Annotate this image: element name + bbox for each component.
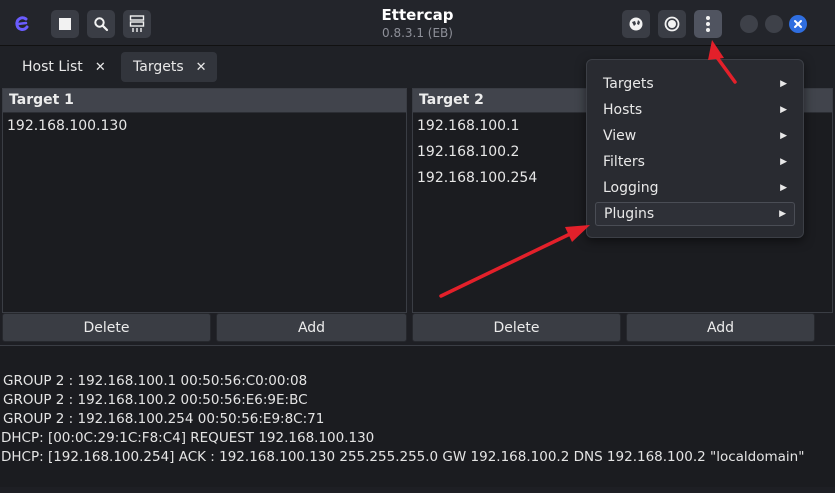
- menu-item-targets[interactable]: Targets ▶: [595, 72, 795, 96]
- submenu-arrow-icon: ▶: [779, 209, 786, 219]
- close-window-button[interactable]: [789, 15, 807, 33]
- stop-square-icon: [59, 18, 71, 30]
- main-menu-popup: Targets ▶ Hosts ▶ View ▶ Filters ▶ Loggi…: [586, 59, 804, 238]
- close-tab-icon[interactable]: ✕: [95, 60, 106, 75]
- vertical-ellipsis-icon: [706, 16, 710, 32]
- target1-add-button[interactable]: Add: [216, 313, 407, 342]
- tab-targets[interactable]: Targets ✕: [121, 52, 217, 82]
- menu-item-hosts[interactable]: Hosts ▶: [595, 98, 795, 122]
- tab-host-list[interactable]: Host List ✕: [10, 52, 116, 82]
- submenu-arrow-icon: ▶: [780, 157, 787, 167]
- menu-item-plugins[interactable]: Plugins ▶: [595, 202, 795, 226]
- menu-item-label: Targets: [603, 76, 654, 92]
- menu-item-label: Hosts: [603, 102, 643, 118]
- maximize-button[interactable]: [765, 15, 783, 33]
- target1-list[interactable]: Target 1 192.168.100.130: [2, 88, 407, 313]
- host-list-icon: [129, 15, 145, 32]
- menu-item-logging[interactable]: Logging ▶: [595, 176, 795, 200]
- list-item[interactable]: 192.168.100.130: [3, 113, 406, 139]
- tab-label: Targets: [133, 59, 184, 75]
- record-icon: [664, 16, 680, 32]
- log-line-cutoff: [3, 360, 7, 368]
- log-line: DHCP: [00:0C:29:1C:F8:C4] REQUEST 192.16…: [1, 430, 375, 446]
- submenu-arrow-icon: ▶: [780, 183, 787, 193]
- hosts-button[interactable]: [123, 10, 151, 38]
- menu-item-label: Filters: [603, 154, 645, 170]
- log-line: DHCP: [192.168.100.254] ACK : 192.168.10…: [1, 449, 805, 465]
- close-tab-icon[interactable]: ✕: [196, 60, 207, 75]
- header-bar: Ettercap 0.8.3.1 (EB): [0, 0, 835, 46]
- menu-item-label: View: [603, 128, 637, 144]
- target2-add-button[interactable]: Add: [626, 313, 815, 342]
- menu-item-filters[interactable]: Filters ▶: [595, 150, 795, 174]
- submenu-arrow-icon: ▶: [780, 105, 787, 115]
- menu-item-label: Plugins: [604, 206, 655, 222]
- minimize-button[interactable]: [740, 15, 758, 33]
- ettercap-logo-icon: [8, 10, 36, 38]
- log-line: GROUP 2 : 192.168.100.2 00:50:56:E6:9E:B…: [3, 392, 308, 408]
- menu-item-view[interactable]: View ▶: [595, 124, 795, 148]
- stop-button[interactable]: [51, 10, 79, 38]
- submenu-arrow-icon: ▶: [780, 131, 787, 141]
- globe-icon: [629, 17, 643, 31]
- log-line: GROUP 2 : 192.168.100.1 00:50:56:C0:00:0…: [3, 373, 308, 389]
- search-button[interactable]: [87, 10, 115, 38]
- main-menu-button[interactable]: [694, 10, 722, 38]
- record-button[interactable]: [658, 10, 686, 38]
- target1-delete-button[interactable]: Delete: [2, 313, 211, 342]
- target1-header[interactable]: Target 1: [3, 89, 406, 113]
- log-line: GROUP 2 : 192.168.100.254 00:50:56:E9:8C…: [3, 411, 325, 427]
- mitm-button[interactable]: [622, 10, 650, 38]
- submenu-arrow-icon: ▶: [780, 79, 787, 89]
- log-output[interactable]: GROUP 2 : 192.168.100.1 00:50:56:C0:00:0…: [0, 345, 835, 487]
- target2-delete-button[interactable]: Delete: [412, 313, 621, 342]
- search-icon: [94, 17, 109, 32]
- close-icon: [794, 20, 802, 28]
- tab-label: Host List: [22, 59, 83, 75]
- menu-item-label: Logging: [603, 180, 659, 196]
